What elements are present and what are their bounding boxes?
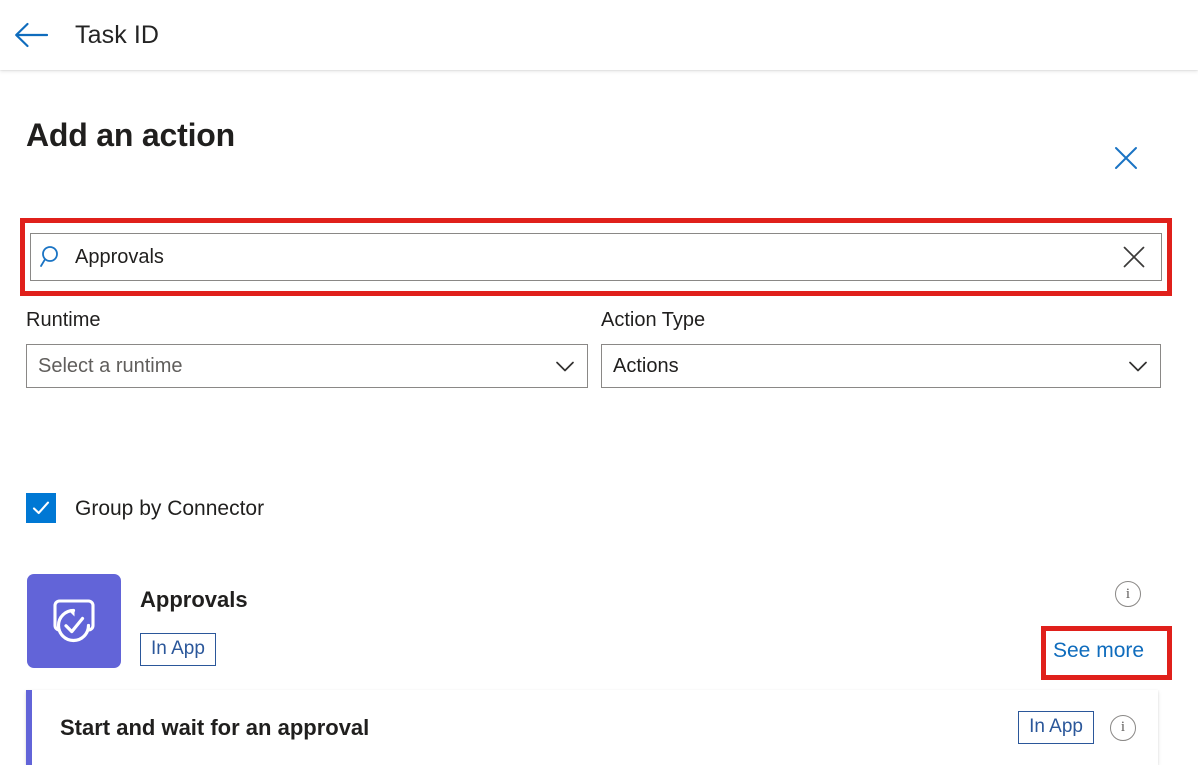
action-badge-wrapper: In App: [1018, 711, 1094, 744]
add-action-panel: Add an action Approvals Runtime: [0, 70, 1198, 708]
chevron-down-icon: [1116, 354, 1160, 378]
see-more-link[interactable]: See more: [1053, 638, 1144, 664]
runtime-label: Runtime: [26, 308, 588, 332]
status-badge: In App: [140, 633, 216, 666]
connector-badge-wrapper: In App: [140, 633, 216, 666]
search-icon: [31, 244, 73, 270]
back-button[interactable]: [8, 12, 54, 58]
group-by-connector-label: Group by Connector: [75, 496, 264, 521]
runtime-field: Runtime Select a runtime: [26, 308, 588, 388]
page-title: Task ID: [75, 21, 159, 50]
top-header-bar: Task ID: [0, 0, 1198, 70]
connector-info-button[interactable]: i: [1115, 581, 1141, 607]
action-type-dropdown[interactable]: Actions: [601, 344, 1161, 388]
clear-search-button[interactable]: [1107, 234, 1161, 280]
runtime-selected-value: Select a runtime: [27, 354, 543, 378]
checkmark-icon: [30, 497, 52, 519]
info-icon[interactable]: i: [1110, 715, 1136, 741]
info-icon[interactable]: i: [1115, 581, 1141, 607]
close-panel-button[interactable]: [1104, 138, 1148, 182]
status-badge: In App: [1018, 711, 1094, 744]
arrow-left-icon: [14, 22, 48, 48]
approvals-icon: [27, 574, 121, 668]
action-list-item[interactable]: Start and wait for an approval In App i: [26, 690, 1158, 765]
action-type-field: Action Type Actions: [601, 308, 1161, 388]
panel-header: Add an action: [0, 70, 1198, 170]
chevron-down-icon: [543, 354, 587, 378]
close-icon: [1113, 145, 1139, 176]
search-input[interactable]: Approvals: [73, 245, 1107, 269]
action-info-button[interactable]: i: [1110, 715, 1136, 741]
panel-title: Add an action: [26, 116, 235, 154]
action-type-label: Action Type: [601, 308, 1161, 332]
connector-group-approvals: Approvals In App i See more: [0, 568, 1198, 680]
search-input-container[interactable]: Approvals: [30, 233, 1162, 281]
group-by-connector-checkbox-row[interactable]: Group by Connector: [26, 493, 264, 523]
group-by-connector-checkbox[interactable]: [26, 493, 56, 523]
runtime-dropdown[interactable]: Select a runtime: [26, 344, 588, 388]
close-icon: [1121, 244, 1147, 270]
action-type-selected-value: Actions: [602, 354, 1116, 378]
connector-name: Approvals: [140, 587, 248, 613]
action-title: Start and wait for an approval: [32, 715, 1018, 741]
